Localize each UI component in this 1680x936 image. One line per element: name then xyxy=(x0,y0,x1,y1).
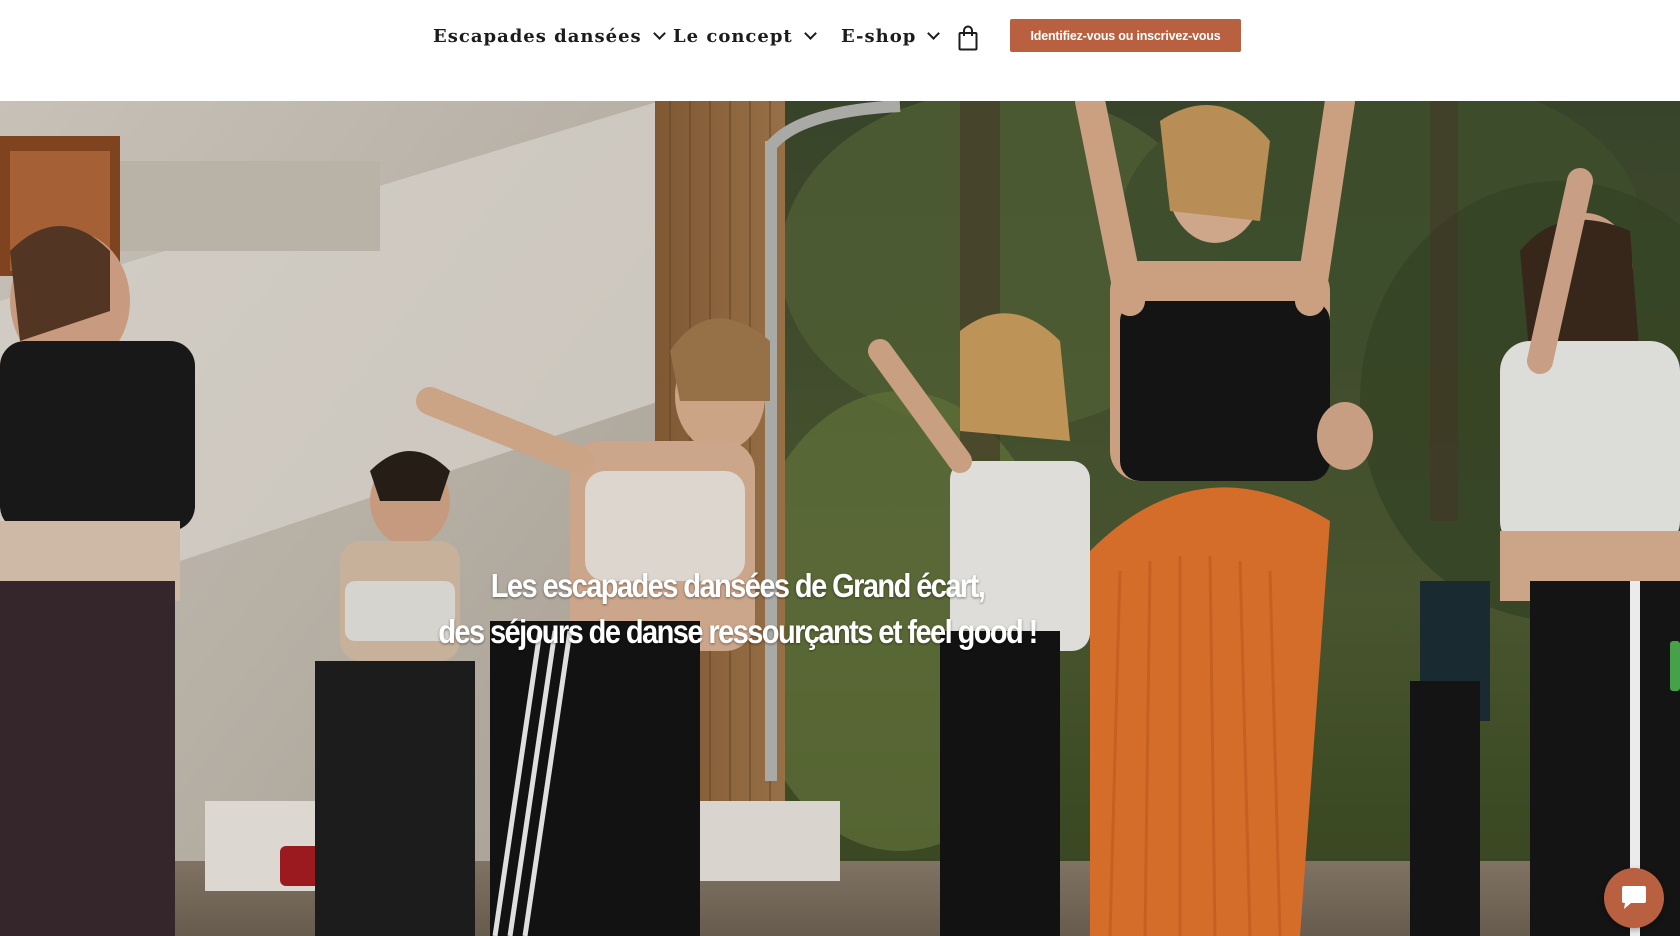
site-header: Escapades dansées Le concept E-shop Iden… xyxy=(0,0,1680,101)
hero-title: Les escapades dansées de Grand écart, de… xyxy=(388,563,1088,655)
chat-button[interactable] xyxy=(1604,868,1664,928)
nav-escapades-dansees[interactable]: Escapades dansées xyxy=(433,20,666,52)
hero-photo-dancers xyxy=(0,101,1680,936)
nav-le-concept[interactable]: Le concept xyxy=(673,20,817,52)
hero-title-line-1: Les escapades dansées de Grand écart, xyxy=(490,567,986,605)
hero-title-line-2: des séjours de danse ressourçants et fee… xyxy=(438,613,1038,651)
shopping-bag-icon[interactable] xyxy=(958,25,978,51)
chevron-down-icon xyxy=(927,27,941,40)
hero-banner: Les escapades dansées de Grand écart, de… xyxy=(0,101,1680,936)
chevron-down-icon xyxy=(803,27,817,40)
nav-concept-label: Le concept xyxy=(673,25,793,47)
nav-eshop-label: E-shop xyxy=(841,25,917,47)
chat-bubble-icon xyxy=(1622,886,1646,909)
nav-escapades-label: Escapades dansées xyxy=(433,25,642,47)
chevron-down-icon xyxy=(652,27,666,40)
nav-e-shop[interactable]: E-shop xyxy=(841,20,941,52)
login-signup-button[interactable]: Identifiez-vous ou inscrivez-vous xyxy=(1010,19,1241,52)
